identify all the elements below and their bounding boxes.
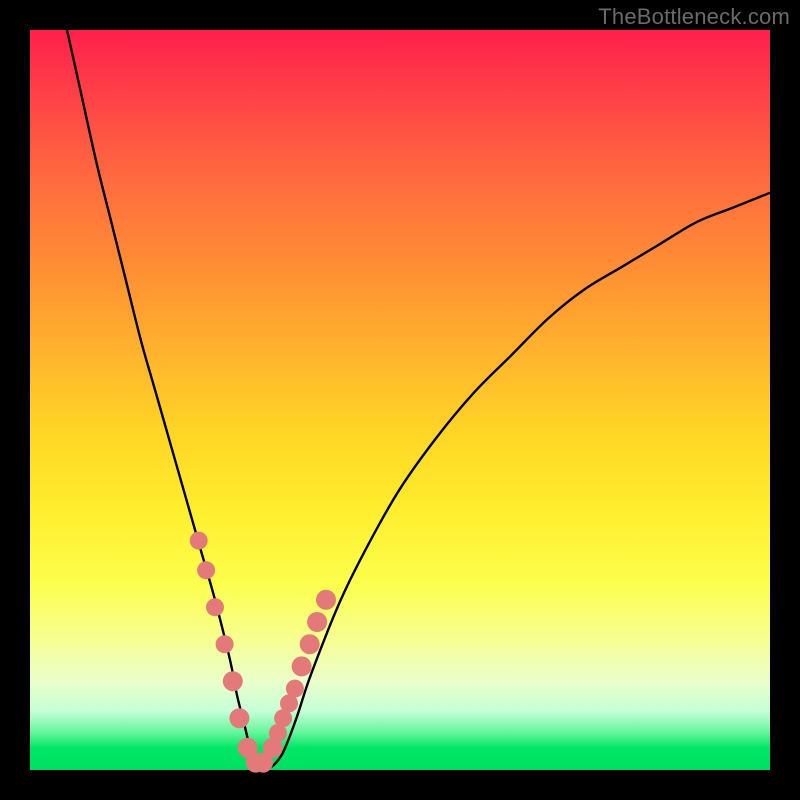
marker-dot: [223, 671, 243, 691]
highlight-dots: [190, 532, 336, 773]
marker-dot: [216, 635, 234, 653]
chart-svg: [30, 30, 770, 770]
marker-dot: [286, 680, 304, 698]
marker-dot: [316, 590, 336, 610]
chart-frame: TheBottleneck.com: [0, 0, 800, 800]
plot-area: [30, 30, 770, 770]
watermark-text: TheBottleneck.com: [598, 4, 790, 30]
bottleneck-curve: [67, 30, 770, 772]
marker-dot: [307, 612, 327, 632]
marker-dot: [206, 598, 224, 616]
marker-dot: [300, 634, 320, 654]
marker-dot: [292, 656, 312, 676]
marker-dot: [197, 561, 215, 579]
marker-dot: [229, 708, 249, 728]
marker-dot: [190, 532, 208, 550]
